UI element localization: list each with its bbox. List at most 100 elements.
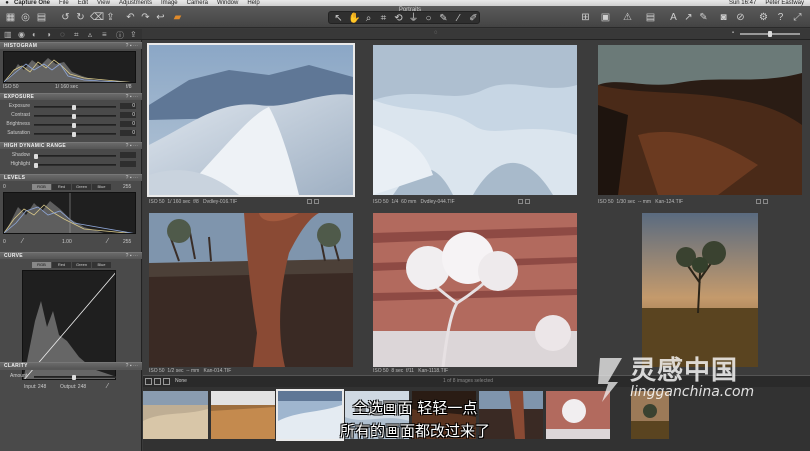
- grid-icon[interactable]: ⊞: [580, 12, 591, 23]
- camera-icon[interactable]: ◙: [718, 12, 729, 23]
- saturation-slider[interactable]: [34, 132, 116, 137]
- highlight-value[interactable]: [120, 161, 136, 167]
- caption-5-file: Kan-1118.TIF: [418, 368, 449, 374]
- levels-out-high[interactable]: 255: [123, 185, 131, 190]
- copy-apply-icon[interactable]: ▰: [172, 12, 183, 23]
- levels-out-low[interactable]: 0: [3, 185, 6, 190]
- picker-icon[interactable]: ✎: [438, 13, 449, 24]
- crop-icon[interactable]: ⌗: [378, 13, 389, 24]
- pointer-icon[interactable]: ↖: [333, 13, 344, 24]
- histogram-header[interactable]: HISTOGRAM? ▪ ⋯: [0, 42, 142, 49]
- levels-black-picker-icon[interactable]: ⁄: [22, 238, 23, 245]
- spot-icon[interactable]: ○: [423, 13, 434, 24]
- levels-high[interactable]: 255: [123, 240, 131, 245]
- exposure-header[interactable]: EXPOSURE? ▪ ⋯: [0, 93, 142, 100]
- folder-icon[interactable]: ▤: [36, 12, 47, 23]
- filmstrip-thumb-1[interactable]: [143, 391, 208, 439]
- clarity-header-bar[interactable]: CLARITY? ▪ ⋯: [0, 362, 142, 369]
- brightness-slider[interactable]: [34, 123, 116, 128]
- curve-tab-green[interactable]: Green: [72, 262, 91, 268]
- exposure-value[interactable]: 0: [120, 103, 136, 109]
- caption-3-flag-icon[interactable]: [756, 199, 762, 205]
- rotate-left-icon[interactable]: ↺: [60, 12, 71, 23]
- shadow-value[interactable]: [120, 152, 136, 158]
- highlight-slider[interactable]: [34, 163, 116, 168]
- image-thumbnail-gorge[interactable]: [598, 45, 802, 195]
- tab-adjustments-icon[interactable]: ≡: [102, 30, 107, 39]
- filmstrip-thumb-2[interactable]: [211, 391, 275, 439]
- export-icon[interactable]: ⇪: [105, 12, 116, 23]
- keystone-icon[interactable]: ⏚: [408, 13, 419, 24]
- contrast-value[interactable]: 0: [120, 112, 136, 118]
- no-entry-icon[interactable]: ⊘: [735, 12, 746, 23]
- hand-icon[interactable]: ✋: [348, 13, 360, 24]
- brightness-value[interactable]: 0: [120, 121, 136, 127]
- cursor-pointer-icon[interactable]: ↗: [683, 12, 694, 23]
- image-thumbnail-tree-trunk[interactable]: [149, 213, 353, 367]
- caption-2-flag-icon[interactable]: [518, 199, 524, 205]
- tab-color-icon[interactable]: ◐: [32, 30, 37, 39]
- caption-3-label-icon[interactable]: [763, 199, 769, 205]
- thumbnail-size-slider[interactable]: [740, 31, 800, 37]
- curve-tab-red[interactable]: Red: [52, 262, 71, 268]
- hdr-header[interactable]: HIGH DYNAMIC RANGE? ▪ ⋯: [0, 142, 142, 149]
- saturation-value[interactable]: 0: [120, 130, 136, 136]
- curve-header[interactable]: CURVE? ▪ ⋯: [0, 252, 142, 259]
- caption-2-label-icon[interactable]: [525, 199, 531, 205]
- levels-low[interactable]: 0: [3, 240, 6, 245]
- tab-details-icon[interactable]: ▵: [88, 30, 92, 39]
- grid-view-icon[interactable]: [145, 378, 152, 385]
- tab-lens-icon[interactable]: ◌: [60, 30, 65, 39]
- levels-tab-blue[interactable]: Blue: [92, 184, 111, 190]
- tab-output-icon[interactable]: ⇪: [130, 30, 137, 39]
- redo-icon[interactable]: ↷: [140, 12, 151, 23]
- tab-composition-icon[interactable]: ⌗: [74, 30, 79, 40]
- capture-icon[interactable]: ◎: [20, 12, 31, 23]
- wb-picker-icon[interactable]: ⁄: [453, 13, 464, 24]
- browser-center-icon[interactable]: ◌: [434, 30, 438, 36]
- rotate-tool-icon[interactable]: ⟲: [393, 13, 404, 24]
- rotate-right-icon[interactable]: ↻: [75, 12, 86, 23]
- expand-icon[interactable]: ⤢: [792, 12, 803, 23]
- curve-tab-rgb[interactable]: RGB: [32, 262, 51, 268]
- help-icon[interactable]: ?: [775, 12, 786, 23]
- text-icon[interactable]: A: [668, 12, 679, 23]
- levels-tab-green[interactable]: Green: [72, 184, 91, 190]
- settings-icon[interactable]: ⚙: [758, 12, 769, 23]
- exposure-slider[interactable]: [34, 105, 116, 110]
- import-icon[interactable]: ▦: [5, 12, 16, 23]
- tab-library-icon[interactable]: ▥: [4, 30, 12, 39]
- curve-picker-icon[interactable]: ⁄: [107, 383, 108, 390]
- layout-icon[interactable]: ▤: [645, 12, 656, 23]
- shadow-slider[interactable]: [34, 154, 116, 159]
- tab-exposure-icon[interactable]: ◑: [46, 30, 51, 39]
- image-thumbnail-dunes[interactable]: [147, 43, 355, 197]
- thumb-small-icon[interactable]: ▪: [732, 30, 734, 36]
- reset-icon[interactable]: ↩: [155, 12, 166, 23]
- brush-icon[interactable]: ✎: [698, 12, 709, 23]
- clarity-amount-slider[interactable]: [34, 375, 116, 380]
- levels-tab-red[interactable]: Red: [52, 184, 71, 190]
- zoom-icon[interactable]: ⌕: [363, 13, 374, 24]
- levels-tab-rgb[interactable]: RGB: [32, 184, 51, 190]
- undo-icon[interactable]: ↶: [125, 12, 136, 23]
- image-thumbnail-lone-tree[interactable]: [642, 213, 758, 367]
- caption-1-flag-icon[interactable]: [306, 199, 312, 205]
- exposure-warning-icon[interactable]: ⚠: [622, 12, 633, 23]
- levels-histogram[interactable]: [3, 192, 136, 234]
- caption-1-label-icon[interactable]: [313, 199, 319, 205]
- image-thumbnail-canyon[interactable]: [373, 45, 577, 195]
- levels-mid[interactable]: 1.00: [62, 240, 72, 245]
- list-view-icon[interactable]: [154, 378, 161, 385]
- proof-icon[interactable]: ▣: [600, 12, 611, 23]
- levels-white-picker-icon[interactable]: ⁄: [107, 238, 108, 245]
- tab-capture-icon[interactable]: ◉: [18, 30, 25, 39]
- annotate-icon[interactable]: ✐: [468, 13, 479, 24]
- filter-select[interactable]: None: [175, 378, 187, 384]
- contrast-slider[interactable]: [34, 114, 116, 119]
- filmstrip-view-icon[interactable]: [163, 378, 170, 385]
- curve-tab-blue[interactable]: Blue: [92, 262, 111, 268]
- trash-icon[interactable]: ⌫: [90, 12, 104, 23]
- image-thumbnail-white-tree[interactable]: [373, 213, 577, 367]
- levels-header[interactable]: LEVELS? ▪ ⋯: [0, 174, 142, 181]
